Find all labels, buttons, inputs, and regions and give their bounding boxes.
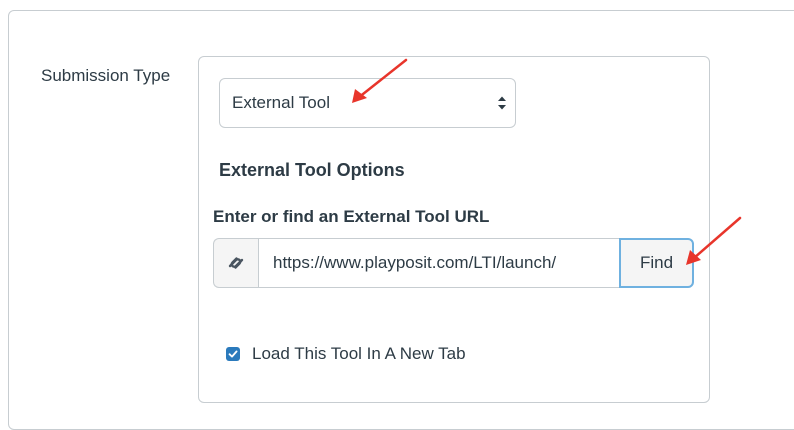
submission-type-label: Submission Type: [41, 66, 171, 85]
link-icon: [228, 257, 244, 269]
url-addon: [213, 238, 258, 288]
find-button[interactable]: Find: [619, 238, 694, 288]
load-in-new-tab-label: Load This Tool In A New Tab: [252, 344, 466, 363]
load-in-new-tab-checkbox[interactable]: [226, 347, 240, 361]
load-in-new-tab-option[interactable]: Load This Tool In A New Tab: [226, 344, 466, 364]
external-tool-options-heading: External Tool Options: [219, 160, 405, 180]
external-tool-url-input[interactable]: [258, 238, 620, 288]
submission-type-value: External Tool: [232, 93, 330, 112]
external-tool-url-group: Find: [213, 238, 696, 290]
external-tool-url-label: Enter or find an External Tool URL: [213, 207, 490, 226]
checkmark-icon: [228, 350, 238, 358]
updown-chevron-icon: [498, 96, 506, 110]
submission-type-select[interactable]: External Tool: [219, 78, 516, 128]
